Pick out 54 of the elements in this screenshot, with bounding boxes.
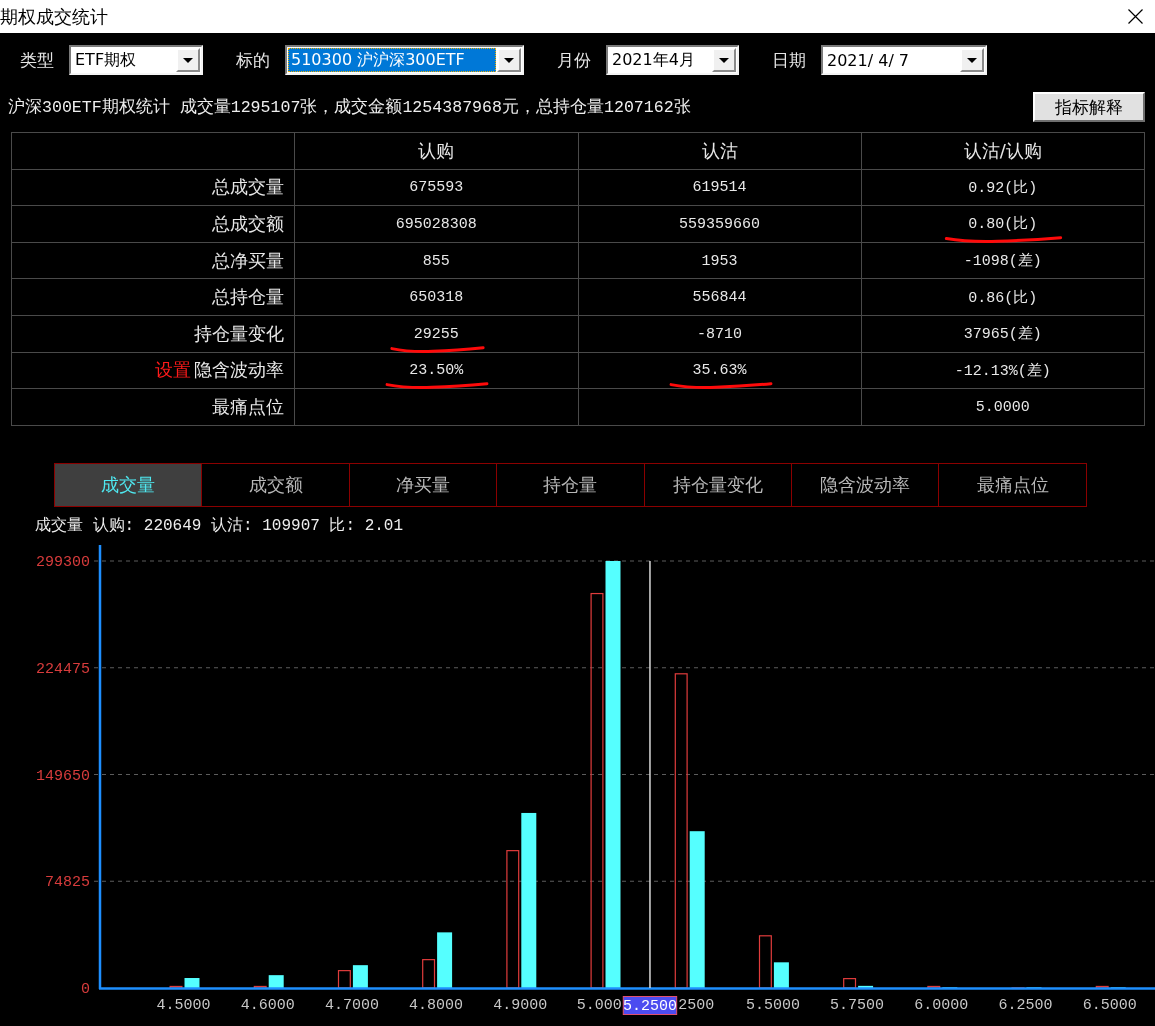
column-header: 认沽 [701,139,738,161]
x-tick-label: 4.5000 [156,996,211,1014]
y-tick-label: 74825 [45,874,90,891]
table-cell: 37965(差) [963,326,1042,344]
field-label: 月份 [557,48,591,72]
x-tick-label: 4.8000 [409,996,464,1014]
table-cell: 650318 [409,289,464,307]
table-cell: 695028308 [395,216,477,233]
row-label: 最痛点位 [212,395,285,417]
row-label: 总成交量 [212,176,285,198]
field-label: 日期 [772,48,806,72]
x-tick-label: 6.0000 [914,996,969,1014]
x-tick-label: 6.5000 [1082,996,1137,1014]
x-tick-label: 4.7000 [324,996,379,1014]
table-cell: -8710 [697,325,743,343]
x-tick-label: 5.000 [576,996,622,1014]
table-cell: 619514 [692,179,747,197]
table-cell: 0.92(比) [968,179,1038,197]
column-header: 认沽/认购 [963,139,1042,161]
row-label: 持仓量变化 [194,322,285,344]
table-cell: 0.86(比) [968,289,1038,307]
y-tick-label: 299300 [36,553,90,571]
x-tick-label: 2500 [678,996,715,1014]
row-label: 总净买量 [212,249,285,271]
table-cell: -1098(差) [963,253,1042,271]
table-cell: 675593 [409,179,464,197]
y-tick-label: 149650 [36,767,90,785]
table-cell: 29255 [413,325,459,343]
row-label: 隐含波动率 [194,359,285,381]
table-cell: 35.63% [692,362,747,380]
cursor-label: 5.2500 [622,995,678,1015]
x-tick-label: 4.6000 [240,996,295,1014]
table-cell: 5.0000 [975,398,1030,416]
x-tick-label: 5.7500 [830,996,885,1014]
x-tick-label: 6.2500 [998,996,1053,1014]
window-title: 期权成交统计 [0,4,108,29]
y-tick-label: 224475 [36,660,90,678]
table-cell: 556844 [692,289,747,307]
x-tick-label: 4.9000 [493,996,548,1014]
field-label: 标的 [236,48,270,72]
table-cell: 1953 [701,252,738,270]
table-cell: 23.50% [409,362,464,380]
table-cell: 855 [422,252,450,270]
chart-readout: 成交量 认购: 220649 认沽: 109907 比: 2.01 [35,516,404,535]
summary-text: 沪深300ETF期权统计 成交量1295107张，成交金额1254387968元，总持仓量1207162张 [8,96,691,118]
field-label: 类型 [20,48,54,72]
row-label: 总成交额 [212,213,285,234]
table-cell: 0.80(比) [968,216,1038,234]
row-label: 总持仓量 [212,286,285,308]
table-cell: 559359660 [679,216,761,233]
y-tick-label: 0 [81,980,90,998]
column-header: 认购 [418,139,455,161]
table-cell: -12.13%(差) [954,362,1051,380]
x-tick-label: 5.5000 [745,996,800,1014]
